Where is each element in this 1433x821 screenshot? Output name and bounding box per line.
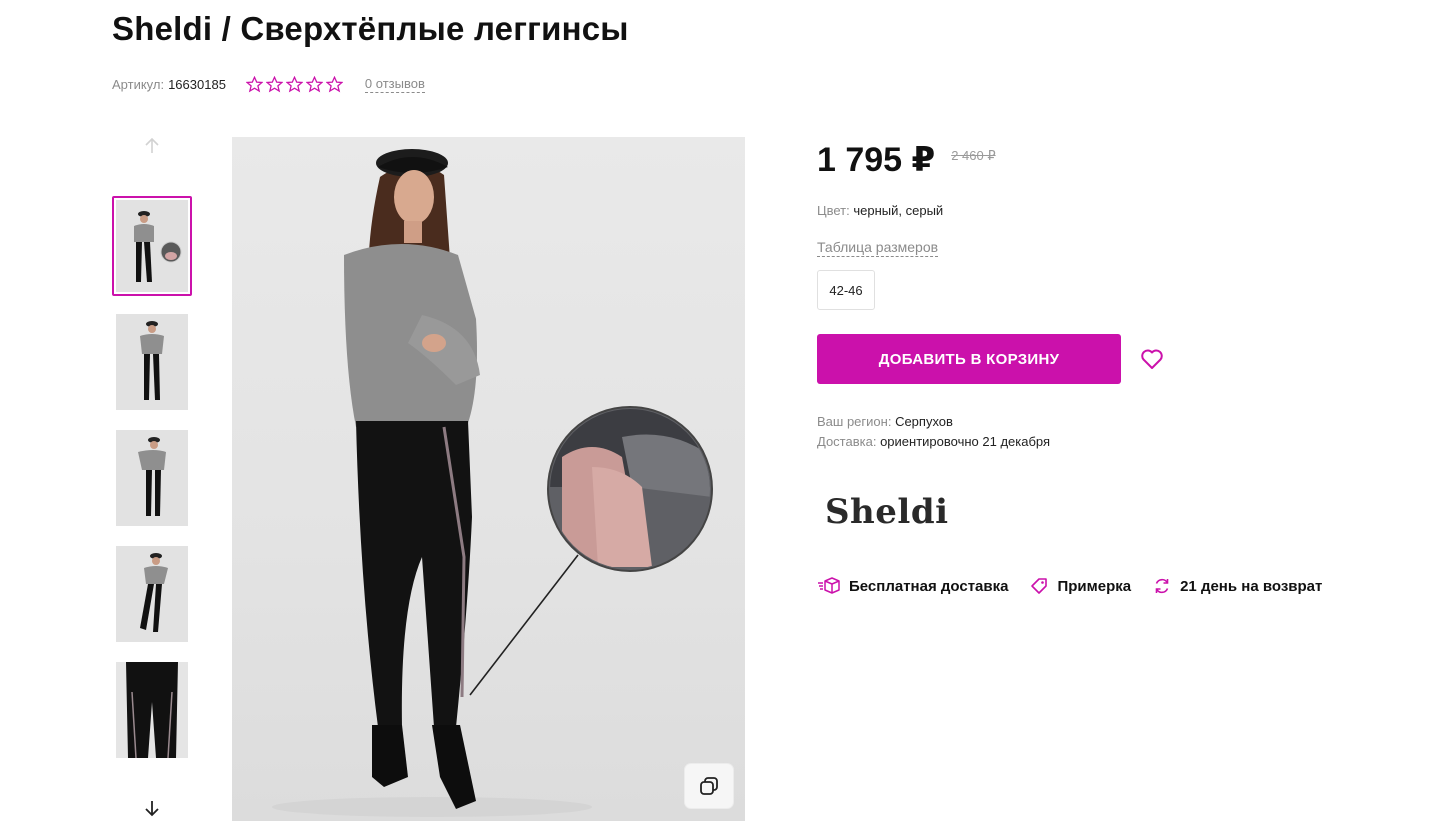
feature-fitting: Примерка bbox=[1029, 576, 1131, 596]
sku-value: 16630185 bbox=[168, 76, 226, 92]
delivery-value: ориентировочно 21 декабря bbox=[880, 434, 1051, 449]
thumbnail-2[interactable] bbox=[116, 314, 188, 410]
region-value[interactable]: Серпухов bbox=[895, 414, 953, 429]
old-price: 2 460 ₽ bbox=[951, 148, 996, 163]
thumbnail-4[interactable] bbox=[116, 546, 188, 642]
price-block: 1 795 ₽ 2 460 ₽ bbox=[817, 140, 996, 180]
star-icon bbox=[285, 75, 303, 92]
rating-stars[interactable] bbox=[245, 75, 343, 93]
delivery-info: Доставка: ориентировочно 21 декабря bbox=[817, 434, 1050, 449]
delivery-label: Доставка: bbox=[817, 434, 877, 449]
region-info: Ваш регион: Серпухов bbox=[817, 414, 953, 429]
thumbnail-5[interactable] bbox=[116, 662, 188, 758]
size-table-link[interactable]: Таблица размеров bbox=[817, 239, 939, 257]
star-icon bbox=[245, 75, 263, 92]
feature-free-delivery: Бесплатная доставка bbox=[817, 576, 1008, 596]
features-list: Бесплатная доставка Примерка 21 день на … bbox=[817, 576, 1343, 596]
refresh-icon bbox=[1155, 578, 1169, 594]
reviews-link[interactable]: 0 отзывов bbox=[364, 76, 425, 93]
current-price: 1 795 ₽ bbox=[817, 141, 936, 179]
tag-icon bbox=[1031, 578, 1048, 594]
fullscreen-button[interactable] bbox=[685, 764, 733, 808]
copy-zoom-icon bbox=[700, 777, 718, 795]
favorite-button[interactable] bbox=[1139, 346, 1165, 372]
region-label: Ваш регион: bbox=[817, 414, 892, 429]
sku-label: Артикул: bbox=[112, 76, 165, 92]
feature-return: 21 день на возврат bbox=[1152, 576, 1322, 596]
size-option[interactable]: 42-46 bbox=[817, 270, 875, 310]
arrow-down-icon bbox=[145, 801, 159, 817]
color-info: Цвет: черный, серый bbox=[817, 203, 943, 218]
color-label: Цвет: bbox=[817, 203, 850, 218]
product-meta: Артикул: 16630185 0 отзывов bbox=[112, 74, 425, 94]
box-delivery-icon bbox=[818, 577, 840, 594]
feature-label: Примерка bbox=[1057, 577, 1132, 595]
feature-label: 21 день на возврат bbox=[1180, 577, 1323, 595]
star-icon bbox=[325, 75, 343, 92]
heart-icon bbox=[1141, 349, 1163, 369]
thumbnail-1[interactable] bbox=[112, 196, 192, 296]
feature-label: Бесплатная доставка bbox=[849, 577, 1009, 595]
thumbnail-prev-button[interactable] bbox=[140, 134, 164, 158]
thumbnail-next-button[interactable] bbox=[140, 796, 164, 820]
product-title: Sheldi / Сверхтёплые леггинсы bbox=[112, 10, 629, 47]
add-to-cart-button[interactable]: ДОБАВИТЬ В КОРЗИНУ bbox=[817, 334, 1121, 384]
arrow-up-icon bbox=[145, 137, 159, 153]
star-icon bbox=[265, 75, 283, 92]
main-product-image[interactable] bbox=[232, 137, 745, 821]
thumbnail-3[interactable] bbox=[116, 430, 188, 526]
color-value: черный, серый bbox=[853, 203, 944, 218]
star-icon bbox=[305, 75, 323, 92]
product-photo bbox=[272, 149, 713, 817]
brand-logo[interactable]: Sheldi bbox=[825, 492, 949, 532]
